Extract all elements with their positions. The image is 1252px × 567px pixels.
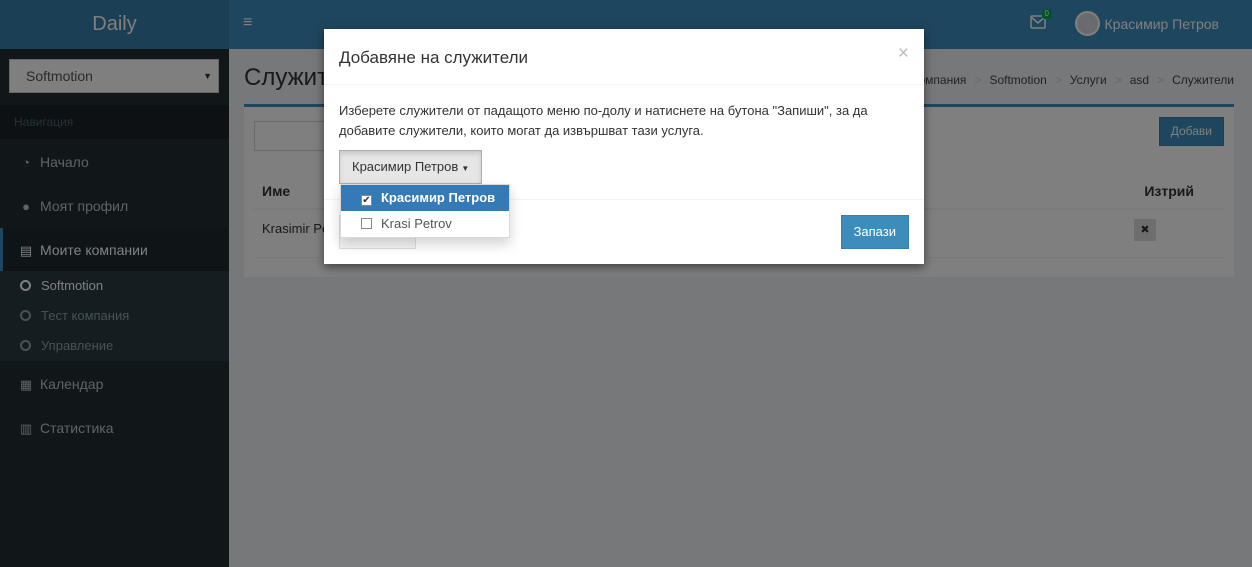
option-label: Красимир Петров bbox=[381, 190, 496, 205]
modal-title: Добавяне на служители bbox=[339, 48, 529, 67]
multiselect-dropdown: ✔ Красимир Петров Krasi Petrov bbox=[340, 184, 510, 238]
option-krasimir-petrov[interactable]: ✔ Красимир Петров bbox=[341, 185, 509, 211]
employee-multiselect[interactable]: Красимир Петров ▼ bbox=[339, 150, 483, 184]
add-employees-modal: Добавяне на служители × Изберете служите… bbox=[324, 29, 924, 264]
checkbox-icon[interactable] bbox=[361, 218, 372, 229]
option-krasi-petrov[interactable]: Krasi Petrov bbox=[341, 211, 509, 237]
divider bbox=[324, 84, 924, 85]
option-label: Krasi Petrov bbox=[381, 216, 452, 231]
save-button[interactable]: Запази bbox=[840, 215, 909, 249]
multiselect-label: Красимир Петров bbox=[352, 159, 459, 174]
close-icon[interactable]: × bbox=[898, 43, 909, 65]
caret-down-icon: ▼ bbox=[461, 164, 470, 173]
checkbox-checked-icon[interactable]: ✔ bbox=[361, 195, 372, 206]
modal-description: Изберете служители от падащото меню по-д… bbox=[339, 103, 868, 138]
